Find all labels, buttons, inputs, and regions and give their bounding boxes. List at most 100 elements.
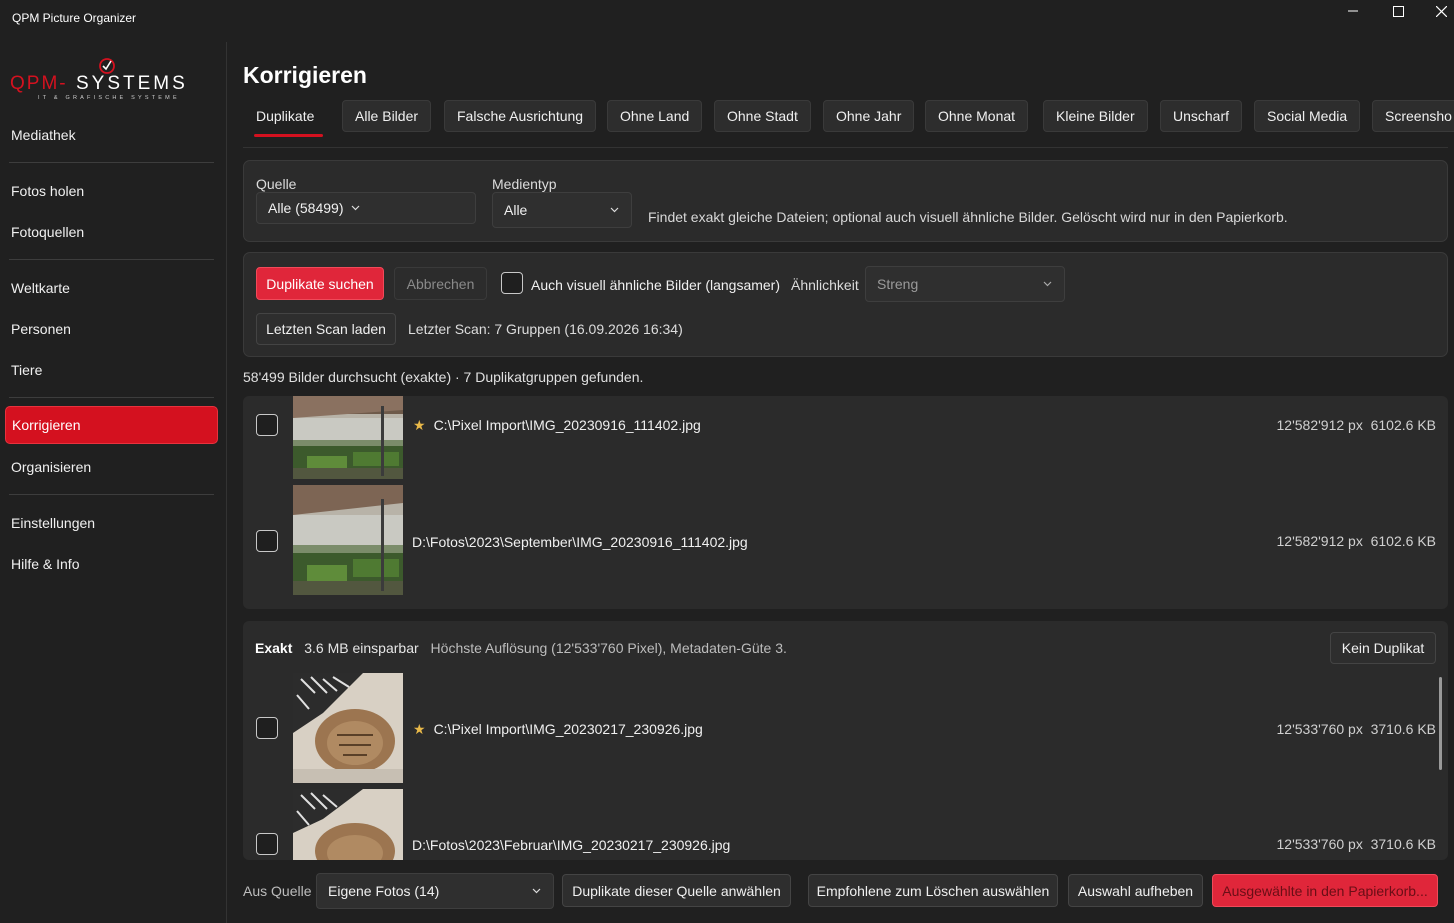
tab-social-media[interactable]: Social Media — [1254, 100, 1361, 132]
svg-text:IT & GRAFISCHE SYSTEME: IT & GRAFISCHE SYSTEME — [38, 95, 180, 101]
sidebar-item-mediathek[interactable]: Mediathek — [5, 116, 218, 154]
file-meta: 12'582'912 px 6102.6 KB — [1277, 533, 1436, 549]
bottom-source-value: Eigene Fotos (14) — [328, 883, 440, 899]
tabs-divider — [243, 147, 1448, 148]
similarity-dropdown[interactable]: Streng — [865, 266, 1065, 302]
select-source-duplicates-button[interactable]: Duplikate dieser Quelle anwählen — [562, 874, 791, 907]
scan-status: 58'499 Bilder durchsucht (exakte) · 7 Du… — [243, 369, 644, 385]
sidebar-item-tiere[interactable]: Tiere — [5, 351, 218, 389]
row-checkbox[interactable] — [256, 530, 278, 552]
tab-kleine-bilder[interactable]: Kleine Bilder — [1043, 100, 1148, 132]
sidebar-item-organisieren[interactable]: Organisieren — [5, 448, 218, 486]
close-icon — [1435, 5, 1447, 17]
row-checkbox[interactable] — [256, 414, 278, 436]
star-icon: ★ — [413, 721, 426, 737]
file-meta: 12'533'760 px 3710.6 KB — [1277, 836, 1436, 852]
photo-thumbnail[interactable] — [293, 485, 403, 595]
file-path[interactable]: D:\Fotos\2023\Februar\IMG_20230217_23092… — [412, 837, 730, 853]
file-meta: 12'533'760 px 3710.6 KB — [1277, 721, 1436, 737]
tab-duplikate[interactable]: Duplikate — [243, 100, 327, 132]
similarity-dropdown-value: Streng — [877, 276, 919, 292]
filter-panel: Quelle Alle (58499) Medientyp Alle Finde… — [243, 160, 1448, 242]
file-size: 6102.6 KB — [1370, 533, 1436, 549]
similar-images-checkbox[interactable] — [501, 272, 523, 294]
chevron-down-icon — [351, 205, 360, 211]
file-path[interactable]: D:\Fotos\2023\September\IMG_20230916_111… — [412, 534, 748, 550]
minimize-icon — [1348, 10, 1358, 12]
sidebar: QPM- SYSTEMS IT & GRAFISCHE SYSTEME Medi… — [0, 38, 227, 923]
not-duplicate-button[interactable]: Kein Duplikat — [1330, 632, 1436, 664]
select-recommended-button[interactable]: Empfohlene zum Löschen auswählen — [808, 874, 1058, 907]
savings: 3.6 MB einsparbar — [304, 640, 419, 656]
move-to-trash-button[interactable]: Ausgewählte in den Papierkorb... — [1212, 874, 1438, 907]
active-tab-indicator — [254, 134, 323, 137]
svg-text:SYSTEMS: SYSTEMS — [76, 73, 188, 94]
tab-ohne-land[interactable]: Ohne Land — [607, 100, 703, 132]
search-duplicates-button[interactable]: Duplikate suchen — [256, 267, 384, 300]
similar-images-label: Auch visuell ähnliche Bilder (langsamer) — [531, 277, 781, 293]
chevron-down-icon — [532, 888, 541, 894]
duplicate-group: ★ C:\Pixel Import\IMG_20230916_111402.jpg… — [243, 396, 1448, 609]
bottom-source-dropdown[interactable]: Eigene Fotos (14) — [316, 873, 554, 909]
sidebar-item-korrigieren[interactable]: Korrigieren — [5, 406, 218, 444]
mediatype-dropdown-value: Alle — [504, 202, 528, 218]
mediatype-label: Medientyp — [492, 176, 557, 192]
app-title: QPM Picture Organizer — [12, 11, 137, 25]
match-kind: Exakt — [255, 640, 293, 656]
sidebar-item-fotoquellen[interactable]: Fotoquellen — [5, 213, 218, 251]
bottom-action-bar: Aus Quelle Eigene Fotos (14) Duplikate d… — [227, 860, 1454, 923]
tab-alle-bilder[interactable]: Alle Bilder — [342, 100, 432, 132]
minimize-button[interactable] — [1330, 0, 1376, 22]
star-icon: ★ — [413, 417, 426, 433]
file-path[interactable]: ★ C:\Pixel Import\IMG_20230217_230926.jpg — [413, 721, 703, 738]
duplicate-group: Exakt 3.6 MB einsparbar Höchste Auflösun… — [243, 621, 1448, 860]
row-checkbox[interactable] — [256, 717, 278, 739]
file-path[interactable]: ★ C:\Pixel Import\IMG_20230916_111402.jpg — [413, 417, 701, 434]
load-last-scan-button[interactable]: Letzten Scan laden — [256, 313, 396, 345]
filter-description: Findet exakt gleiche Dateien; optional a… — [648, 209, 1288, 225]
tab-ohne-monat[interactable]: Ohne Monat — [925, 100, 1029, 132]
photo-thumbnail[interactable] — [293, 789, 403, 860]
category-tabs: Duplikate Alle Bilder Falsche Ausrichtun… — [243, 100, 1454, 140]
tab-unscharf[interactable]: Unscharf — [1160, 100, 1243, 132]
sidebar-separator — [9, 162, 214, 163]
tab-screenshots[interactable]: Screensho — [1372, 100, 1454, 132]
svg-text:QPM-: QPM- — [10, 73, 68, 94]
tab-falsche-ausrichtung[interactable]: Falsche Ausrichtung — [444, 100, 597, 132]
file-size: 3710.6 KB — [1370, 721, 1436, 737]
row-checkbox[interactable] — [256, 833, 278, 855]
file-size: 3710.6 KB — [1370, 836, 1436, 852]
title-bar: QPM Picture Organizer — [0, 0, 1454, 38]
sidebar-item-personen[interactable]: Personen — [5, 310, 218, 348]
sidebar-separator — [9, 259, 214, 260]
list-scrollbar[interactable] — [1439, 677, 1442, 770]
maximize-button[interactable] — [1375, 0, 1421, 22]
source-dropdown-value: Alle (58499) — [268, 200, 344, 216]
sidebar-item-einstellungen[interactable]: Einstellungen — [5, 504, 218, 542]
group-info: Höchste Auflösung (12'533'760 Pixel), Me… — [430, 640, 787, 656]
file-meta: 12'582'912 px 6102.6 KB — [1277, 417, 1436, 433]
page-title: Korrigieren — [243, 62, 367, 88]
sidebar-item-weltkarte[interactable]: Weltkarte — [5, 269, 218, 307]
from-source-label: Aus Quelle — [243, 883, 312, 899]
resolution: 12'582'912 px — [1276, 533, 1363, 549]
photo-thumbnail[interactable] — [293, 396, 403, 479]
logo-graphic: QPM- SYSTEMS IT & GRAFISCHE SYSTEME — [10, 58, 188, 101]
source-dropdown[interactable]: Alle (58499) — [256, 192, 476, 224]
tab-ohne-jahr[interactable]: Ohne Jahr — [823, 100, 915, 132]
cancel-button[interactable]: Abbrechen — [394, 267, 487, 300]
resolution: 12'533'760 px — [1276, 836, 1363, 852]
last-scan-info: Letzter Scan: 7 Gruppen (16.09.2026 16:3… — [408, 321, 683, 337]
group-header: Exakt 3.6 MB einsparbar Höchste Auflösun… — [255, 640, 787, 656]
company-logo: QPM- SYSTEMS IT & GRAFISCHE SYSTEME — [10, 58, 208, 102]
clear-selection-button[interactable]: Auswahl aufheben — [1068, 874, 1203, 907]
sidebar-item-hilfe-info[interactable]: Hilfe & Info — [5, 545, 218, 583]
sidebar-item-fotos-holen[interactable]: Fotos holen — [5, 172, 218, 210]
mediatype-dropdown[interactable]: Alle — [492, 192, 632, 228]
scan-panel: Duplikate suchen Abbrechen Auch visuell … — [243, 252, 1448, 357]
photo-thumbnail[interactable] — [293, 673, 403, 783]
sidebar-separator — [9, 494, 214, 495]
tab-ohne-stadt[interactable]: Ohne Stadt — [714, 100, 811, 132]
sidebar-separator — [9, 397, 214, 398]
close-button[interactable] — [1418, 0, 1454, 22]
